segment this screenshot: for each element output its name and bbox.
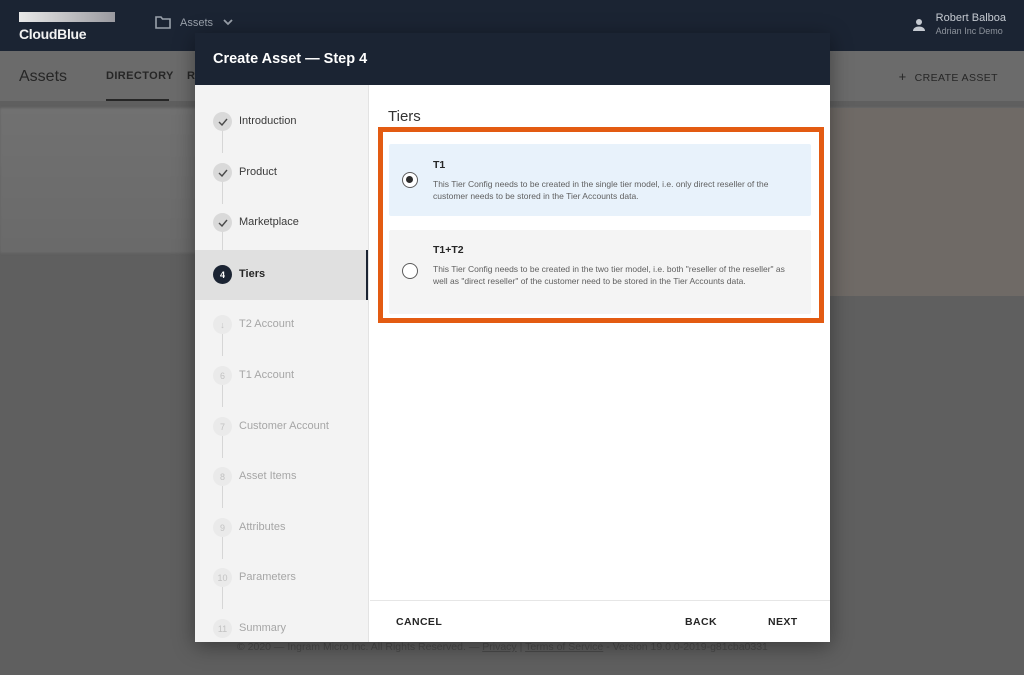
- user-name: Robert Balboa: [935, 12, 1006, 24]
- module-label: Assets: [180, 16, 214, 29]
- step-introduction[interactable]: Introduction: [195, 97, 368, 147]
- wizard-stepper: Introduction Product Marketplace 4 Tiers…: [195, 85, 369, 642]
- step-tiers[interactable]: 4 Tiers: [195, 250, 368, 300]
- step-marketplace[interactable]: Marketplace: [195, 198, 368, 248]
- logo-text: CloudBlue: [19, 26, 87, 42]
- step-label: Asset Items: [239, 470, 297, 482]
- chevron-down-icon: [223, 19, 233, 26]
- step-label: Summary: [239, 622, 287, 634]
- step-number: 9: [213, 518, 232, 537]
- cancel-button[interactable]: CANCEL: [396, 616, 442, 628]
- create-asset-button[interactable]: + CREATE ASSET: [899, 69, 998, 84]
- step-customer-account[interactable]: 7 Customer Account: [195, 402, 368, 452]
- step-number: 10: [213, 568, 232, 587]
- option-title: T1+T2: [433, 244, 464, 256]
- step-product[interactable]: Product: [195, 148, 368, 198]
- step-attributes[interactable]: 9 Attributes: [195, 503, 368, 553]
- option-t1[interactable]: T1 This Tier Config needs to be created …: [389, 144, 811, 216]
- step-content: Tiers T1 This Tier Config needs to be cr…: [370, 85, 830, 600]
- step-label: Introduction: [239, 115, 297, 127]
- step-parameters[interactable]: 10 Parameters: [195, 553, 368, 603]
- background-panel: [830, 108, 1024, 296]
- module-switcher[interactable]: Assets: [155, 16, 242, 29]
- next-button[interactable]: NEXT: [768, 616, 798, 628]
- user-icon: [912, 18, 925, 31]
- step-label: Parameters: [239, 571, 296, 583]
- cloudblue-logo[interactable]: CloudBlue: [19, 12, 117, 42]
- footer-separator: |: [519, 641, 523, 653]
- user-menu[interactable]: Robert Balboa Adrian Inc Demo: [912, 12, 1006, 37]
- section-title: Tiers: [388, 108, 421, 125]
- option-description: This Tier Config needs to be created in …: [433, 179, 769, 201]
- create-asset-label: CREATE ASSET: [914, 72, 998, 84]
- back-button[interactable]: BACK: [685, 616, 717, 628]
- dialog-header: Create Asset — Step 4: [195, 33, 830, 85]
- check-icon: [213, 163, 232, 182]
- page-title: Assets: [19, 68, 68, 85]
- plus-icon: +: [898, 69, 907, 84]
- step-t2-account[interactable]: ↓ T2 Account: [195, 300, 368, 350]
- step-number: 11: [213, 619, 232, 638]
- check-icon: [213, 213, 232, 232]
- step-label: Attributes: [239, 521, 286, 533]
- check-icon: [213, 112, 232, 131]
- privacy-link[interactable]: Privacy: [482, 641, 516, 653]
- radio-t1[interactable]: [402, 172, 418, 188]
- user-organization: Adrian Inc Demo: [935, 26, 1003, 36]
- step-t1-account[interactable]: 6 T1 Account: [195, 351, 368, 401]
- radio-t1-t2[interactable]: [402, 263, 418, 279]
- dialog-title: Create Asset — Step 4: [213, 51, 368, 67]
- arrow-down-icon: ↓: [213, 315, 232, 334]
- step-label: T2 Account: [239, 318, 295, 330]
- step-number: 7: [213, 417, 232, 436]
- step-label: Customer Account: [239, 420, 329, 432]
- terms-link[interactable]: Terms of Service: [525, 641, 603, 653]
- create-asset-dialog: Create Asset — Step 4 Introduction Produ…: [195, 33, 830, 642]
- page-footer: © 2020 — Ingram Micro Inc. All Rights Re…: [237, 641, 768, 653]
- folder-icon: [155, 16, 171, 29]
- option-t1-t2[interactable]: T1+T2 This Tier Config needs to be creat…: [389, 230, 811, 314]
- dialog-actions: CANCEL BACK NEXT: [370, 600, 830, 642]
- active-tab-indicator: [106, 99, 169, 101]
- tab-directory[interactable]: DIRECTORY: [106, 70, 174, 82]
- step-label: Product: [239, 166, 277, 178]
- step-label: Tiers: [239, 268, 266, 280]
- option-description: This Tier Config needs to be created in …: [433, 264, 785, 286]
- step-label: Marketplace: [239, 216, 299, 228]
- copyright-text: © 2020 — Ingram Micro Inc. All Rights Re…: [237, 641, 480, 653]
- logo-bar: [19, 12, 115, 22]
- version-text: - Version 19.0.0-2019-g81cba0331: [606, 641, 768, 653]
- step-number: 8: [213, 467, 232, 486]
- step-number: 6: [213, 366, 232, 385]
- step-summary[interactable]: 11 Summary: [195, 604, 368, 642]
- step-asset-items[interactable]: 8 Asset Items: [195, 452, 368, 502]
- step-label: T1 Account: [239, 369, 295, 381]
- step-number: 4: [213, 265, 232, 284]
- option-title: T1: [433, 159, 446, 171]
